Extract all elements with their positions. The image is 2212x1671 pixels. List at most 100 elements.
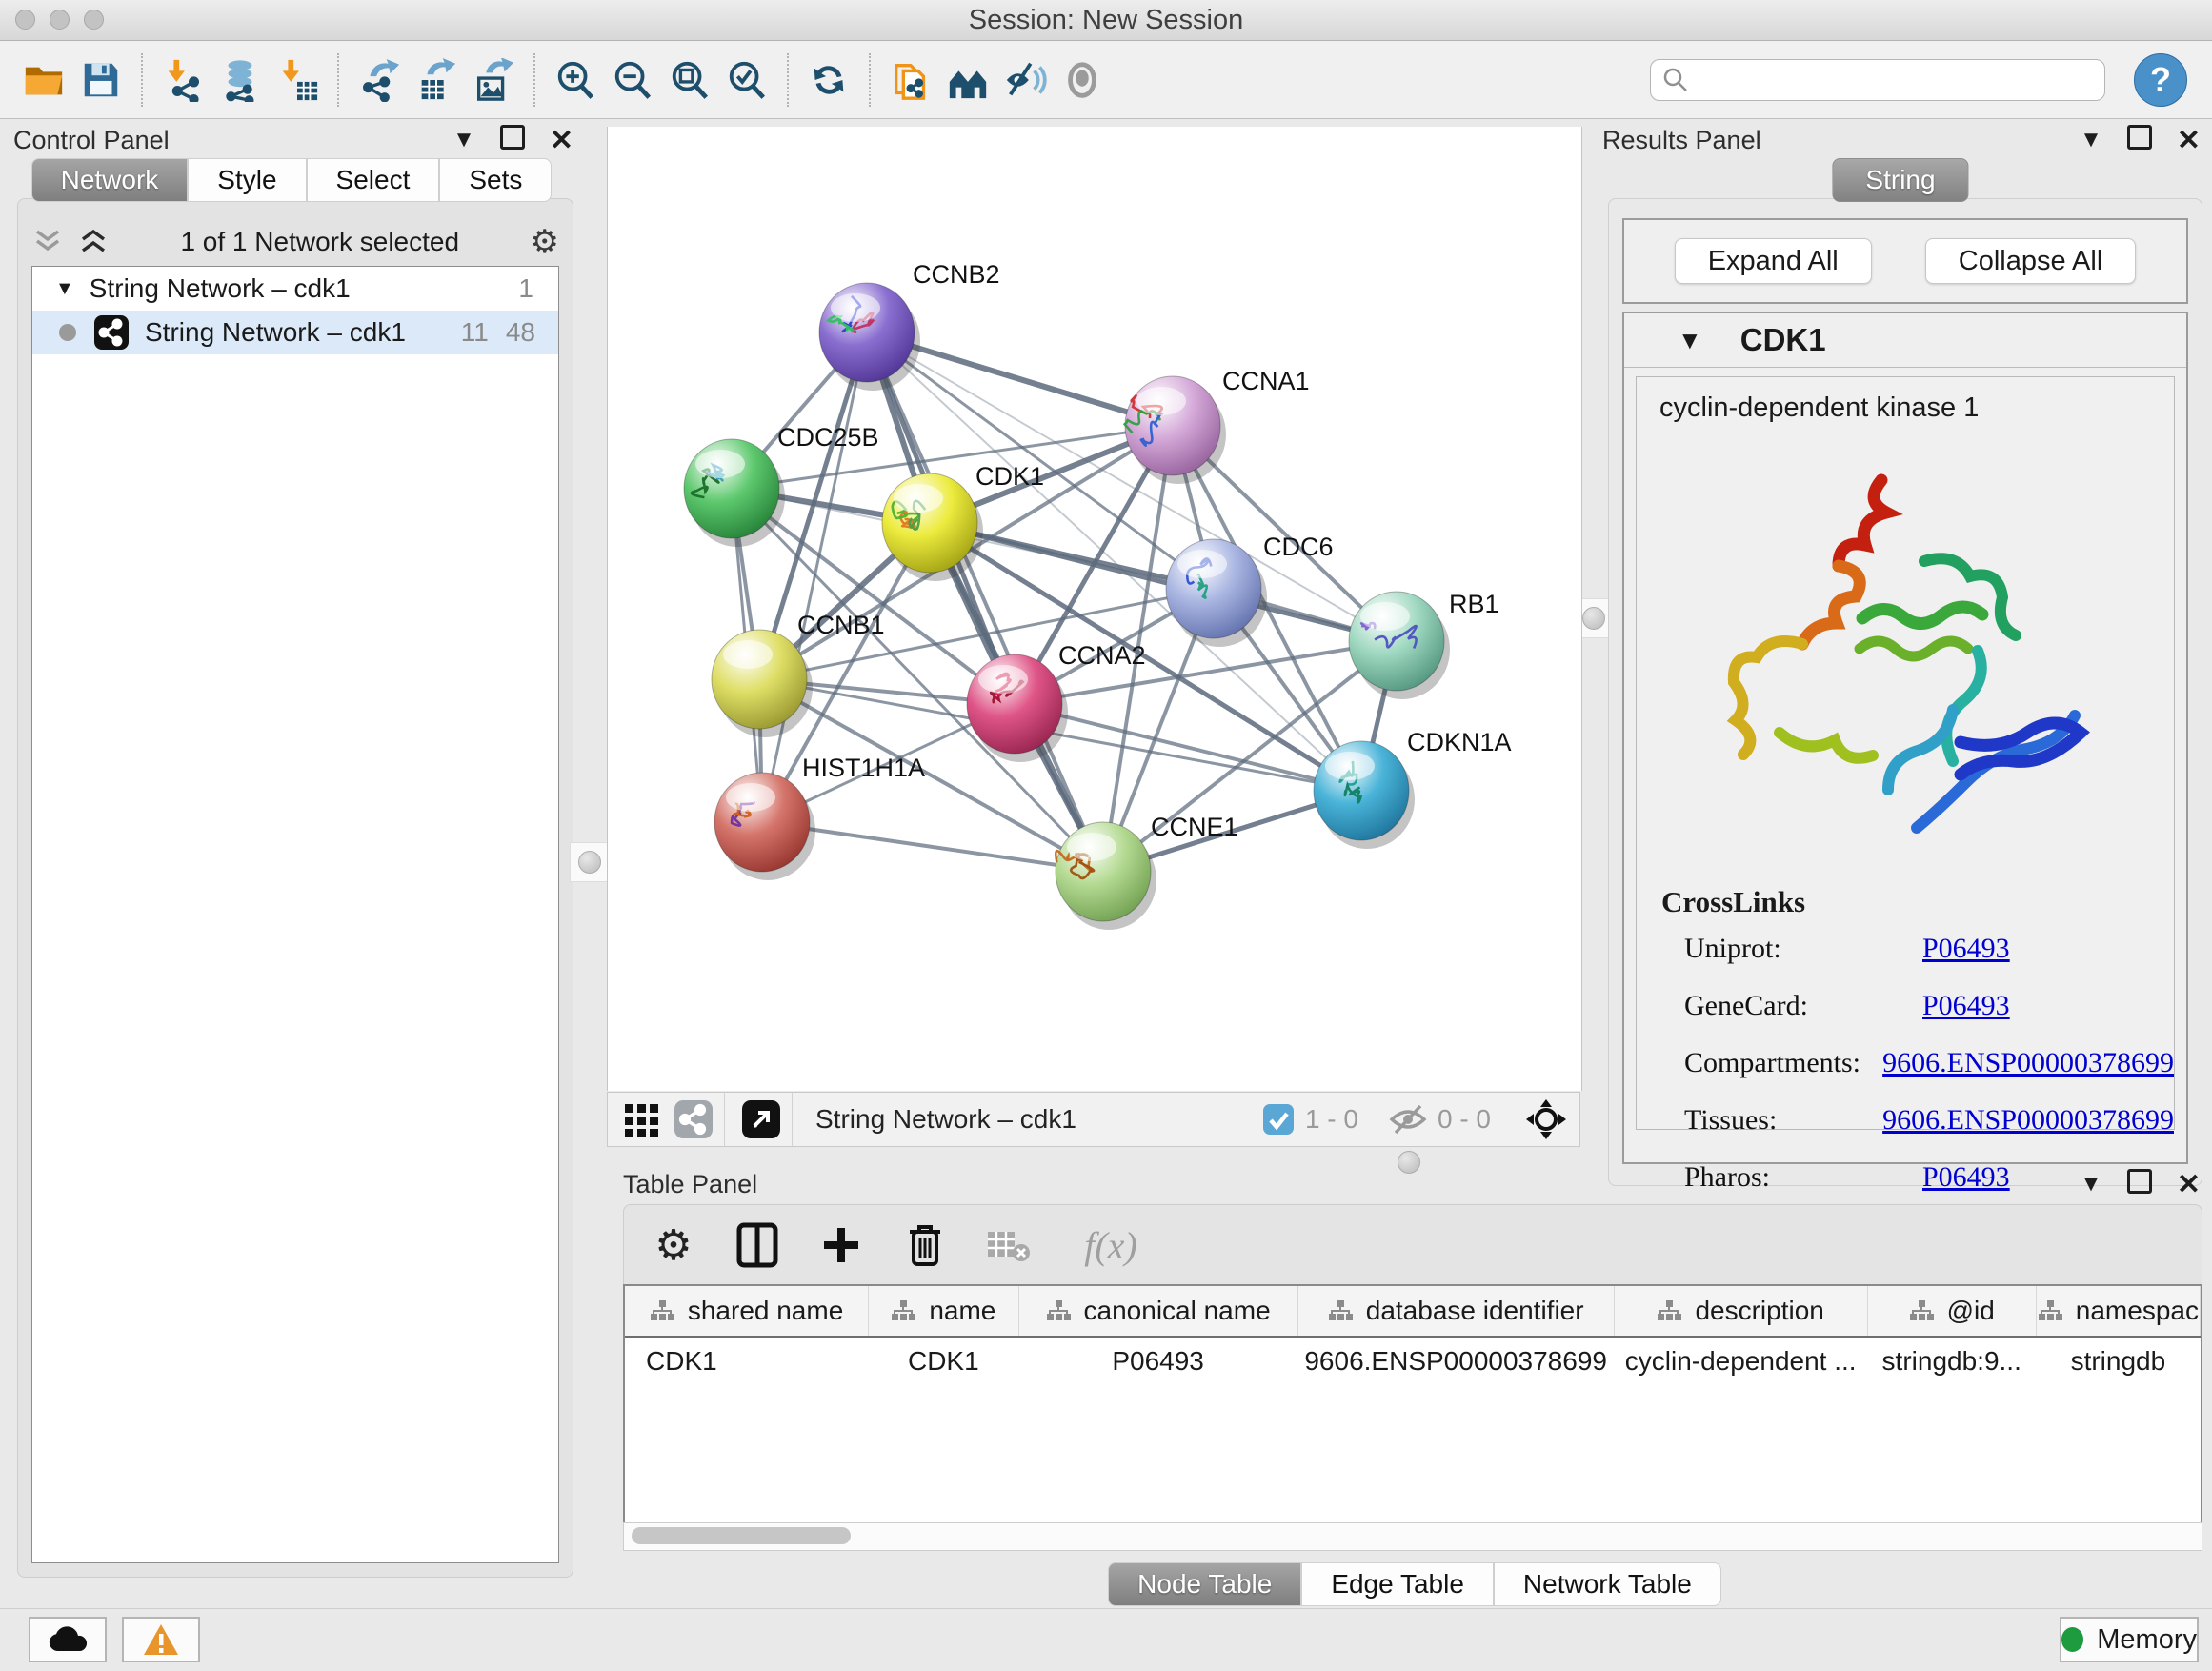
network-node-CDKN1A[interactable] xyxy=(1314,741,1415,849)
search-field[interactable] xyxy=(1650,59,2105,101)
string-network-graph[interactable]: CCNB2CCNA1CDC25BCDK1CDC6RB1CCNB1CCNA2CDK… xyxy=(608,127,1581,1091)
scrollbar-thumb[interactable] xyxy=(632,1527,851,1544)
left-splitter-handle[interactable] xyxy=(570,842,610,882)
panel-menu-button[interactable]: ▼ xyxy=(452,127,475,153)
function-builder-button[interactable]: f(x) xyxy=(1068,1220,1154,1270)
edge-count: 48 xyxy=(506,317,535,348)
import-network-icon xyxy=(161,58,205,102)
network-node-CDC6[interactable] xyxy=(1166,539,1267,647)
column-header--id[interactable]: @id xyxy=(1867,1286,2036,1337)
expand-all-icon[interactable] xyxy=(77,228,110,256)
panel-float-button[interactable] xyxy=(2127,1169,2152,1200)
export-image-button[interactable] xyxy=(465,49,522,111)
memory-button[interactable]: Memory xyxy=(2060,1617,2199,1662)
zoom-fit-button[interactable] xyxy=(661,49,718,111)
import-network-button[interactable] xyxy=(154,49,211,111)
tab-edge-table[interactable]: Edge Table xyxy=(1301,1562,1494,1606)
zoom-out-button[interactable] xyxy=(604,49,661,111)
crosslink-link[interactable]: 9606.ENSP00000378699 xyxy=(1882,1104,2174,1137)
column-header-name[interactable]: name xyxy=(869,1286,1018,1337)
export-table-icon xyxy=(414,58,458,102)
network-node-RB1[interactable] xyxy=(1349,592,1450,699)
title-bar: Session: New Session xyxy=(0,0,2212,41)
table-horizontal-scrollbar[interactable] xyxy=(623,1522,2202,1551)
section-expander-icon[interactable]: ▼ xyxy=(1678,326,1702,355)
node-label-RB1: RB1 xyxy=(1449,590,1499,618)
add-column-button[interactable] xyxy=(816,1220,866,1270)
hidden-eye-icon[interactable] xyxy=(1388,1102,1428,1137)
table-settings-button[interactable]: ⚙ xyxy=(649,1220,698,1270)
panel-close-button[interactable]: ✕ xyxy=(2177,124,2201,157)
tab-sets[interactable]: Sets xyxy=(439,158,552,202)
network-collection-row[interactable]: ▼ String Network – cdk1 1 xyxy=(32,267,558,311)
node-label-CDKN1A: CDKN1A xyxy=(1407,728,1512,756)
crosshair-icon[interactable] xyxy=(1524,1097,1568,1141)
cloud-button[interactable] xyxy=(29,1617,107,1662)
panel-close-button[interactable]: ✕ xyxy=(550,124,573,157)
help-button[interactable]: ? xyxy=(2134,53,2187,107)
column-header-shared-name[interactable]: shared name xyxy=(625,1286,869,1337)
open-session-button[interactable] xyxy=(15,49,72,111)
hide-details-button[interactable] xyxy=(996,49,1054,111)
save-session-button[interactable] xyxy=(72,49,130,111)
collapse-all-icon[interactable] xyxy=(31,228,64,256)
export-network-button[interactable] xyxy=(351,49,408,111)
search-input[interactable] xyxy=(1689,64,2093,95)
column-header-description[interactable]: description xyxy=(1614,1286,1867,1337)
main-toolbar: ? xyxy=(0,41,2212,119)
warnings-button[interactable] xyxy=(122,1617,200,1662)
delete-table-button[interactable] xyxy=(984,1220,1034,1270)
share-view-icon[interactable] xyxy=(673,1098,714,1140)
overview-button[interactable] xyxy=(939,49,996,111)
column-header-database-identifier[interactable]: database identifier xyxy=(1297,1286,1614,1337)
tab-node-table[interactable]: Node Table xyxy=(1108,1562,1301,1606)
zoom-in-button[interactable] xyxy=(547,49,604,111)
network-row[interactable]: String Network – cdk1 11 48 xyxy=(32,311,558,354)
collapse-all-button[interactable]: Collapse All xyxy=(1925,238,2137,284)
network-node-CDK1[interactable] xyxy=(882,473,983,581)
crosslink-link[interactable]: 9606.ENSP00000378699 xyxy=(1882,1047,2174,1079)
network-node-CCNE1[interactable] xyxy=(1056,822,1156,930)
control-panel-title: Control Panel xyxy=(13,126,170,155)
crosslink-link[interactable]: P06493 xyxy=(1922,990,2010,1022)
network-node-CCNB2[interactable] xyxy=(819,283,920,391)
refresh-button[interactable] xyxy=(800,49,857,111)
column-header-namespac[interactable]: namespac xyxy=(2036,1286,2200,1337)
panel-menu-button[interactable]: ▼ xyxy=(2080,127,2102,153)
column-header-canonical-name[interactable]: canonical name xyxy=(1018,1286,1297,1337)
tree-expander-icon[interactable]: ▼ xyxy=(55,278,74,300)
delete-column-button[interactable] xyxy=(900,1220,950,1270)
export-table-button[interactable] xyxy=(408,49,465,111)
panel-float-button[interactable] xyxy=(2127,125,2152,156)
export-view-icon[interactable] xyxy=(740,1098,782,1140)
node-label-CDK1: CDK1 xyxy=(975,462,1044,491)
gear-icon[interactable]: ⚙ xyxy=(531,223,559,261)
network-canvas[interactable]: CCNB2CCNA1CDC25BCDK1CDC6RB1CCNB1CCNA2CDK… xyxy=(607,127,1582,1091)
tab-network-table[interactable]: Network Table xyxy=(1494,1562,1721,1606)
network-node-CCNA1[interactable] xyxy=(1125,376,1226,484)
panel-menu-button[interactable]: ▼ xyxy=(2080,1171,2102,1198)
import-database-button[interactable] xyxy=(211,49,269,111)
network-node-CDC25B[interactable] xyxy=(684,439,785,547)
annotations-button[interactable] xyxy=(1054,49,1111,111)
tab-string[interactable]: String xyxy=(1832,158,1968,202)
network-panel-body: 1 of 1 Network selected ⚙ ▼ String Netwo… xyxy=(17,198,573,1578)
clone-network-button[interactable] xyxy=(882,49,939,111)
crosslink-link[interactable]: P06493 xyxy=(1922,933,2010,965)
selected-checkbox-icon[interactable] xyxy=(1261,1102,1296,1137)
panel-float-button[interactable] xyxy=(500,125,525,156)
panel-close-button[interactable]: ✕ xyxy=(2177,1168,2201,1201)
zoom-selected-button[interactable] xyxy=(718,49,775,111)
tab-style[interactable]: Style xyxy=(188,158,306,202)
gene-section: ▼ CDK1 cyclin-dependent kinase 1 xyxy=(1622,312,2188,1164)
import-table-button[interactable] xyxy=(269,49,326,111)
window-title: Session: New Session xyxy=(0,5,2212,36)
tab-select[interactable]: Select xyxy=(307,158,440,202)
collection-count: 1 xyxy=(518,273,533,304)
grid-icon[interactable] xyxy=(621,1098,663,1140)
network-node-HIST1H1A[interactable] xyxy=(714,773,815,880)
tab-network[interactable]: Network xyxy=(31,158,189,202)
expand-all-button[interactable]: Expand All xyxy=(1675,238,1872,284)
table-row[interactable]: CDK1CDK1P064939606.ENSP00000378699cyclin… xyxy=(625,1337,2201,1385)
show-columns-button[interactable] xyxy=(733,1220,782,1270)
